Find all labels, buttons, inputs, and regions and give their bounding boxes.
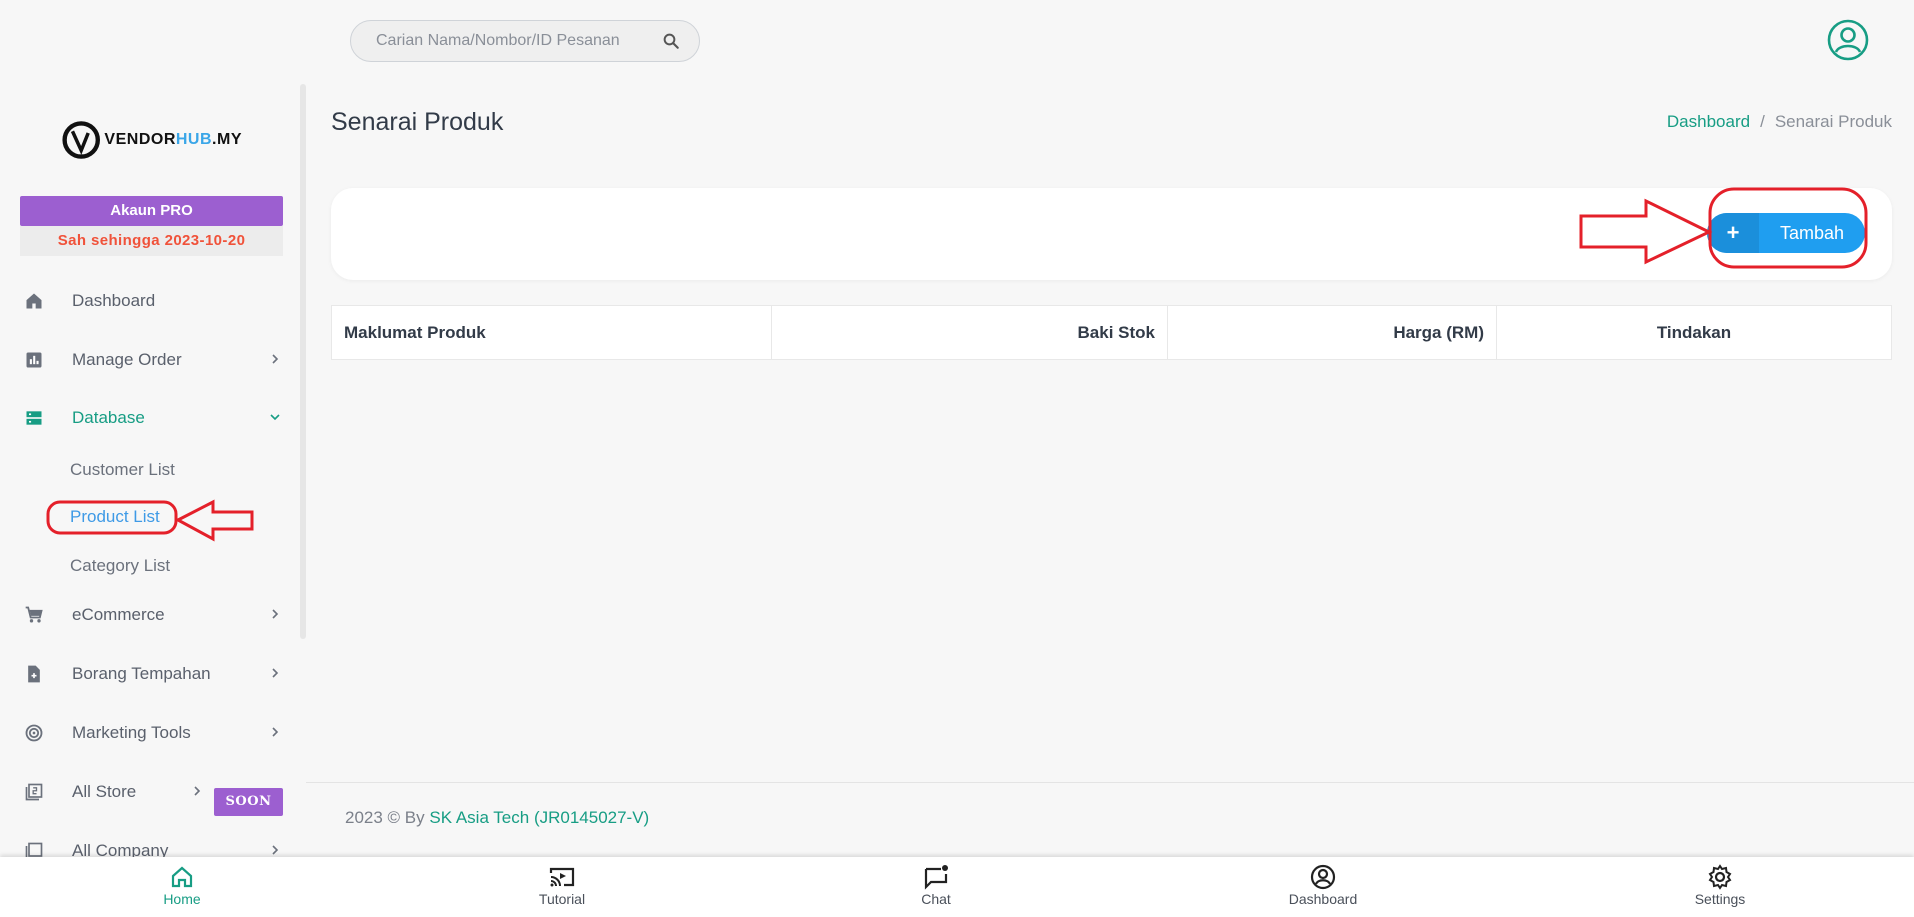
search-bar[interactable] xyxy=(350,20,700,62)
bottom-nav: Home Tutorial Chat Dashboard Settings xyxy=(0,857,1914,917)
pro-account-title: Akaun PRO xyxy=(20,196,283,226)
sidebar-subitem-product-list[interactable]: Product List xyxy=(70,504,160,530)
logo-mark-icon xyxy=(62,121,100,159)
bottom-nav-home[interactable]: Home xyxy=(122,863,242,915)
sidebar-subitem-category-list[interactable]: Category List xyxy=(70,553,170,579)
logo-text-suffix: .MY xyxy=(212,131,242,148)
sidebar-item-all-company[interactable]: All Company xyxy=(22,836,290,859)
footer-divider xyxy=(306,782,1914,783)
plus-icon: + xyxy=(1707,213,1759,253)
footer-copyright: 2023 © By xyxy=(345,808,430,827)
target-icon xyxy=(22,721,46,745)
add-product-button[interactable]: + Tambah xyxy=(1707,213,1865,253)
chevron-right-icon xyxy=(194,786,201,796)
sidebar-item-borang-tempahan[interactable]: Borang Tempahan xyxy=(22,659,290,689)
sidebar: VENDORHUB.MY Akaun PRO Sah sehingga 2023… xyxy=(0,84,306,859)
breadcrumb: Dashboard / Senarai Produk xyxy=(1667,112,1892,132)
column-header-action[interactable]: Tindakan xyxy=(1496,305,1892,360)
profile-button[interactable] xyxy=(1826,19,1870,66)
form-icon xyxy=(22,662,46,686)
bottom-nav-dashboard[interactable]: Dashboard xyxy=(1263,863,1383,915)
breadcrumb-current: Senarai Produk xyxy=(1774,112,1892,131)
bottom-nav-tutorial[interactable]: Tutorial xyxy=(502,863,622,915)
sidebar-item-label: Manage Order xyxy=(72,350,182,369)
sidebar-item-label: Marketing Tools xyxy=(72,723,191,742)
bottom-nav-settings[interactable]: Settings xyxy=(1660,863,1780,915)
chevron-right-icon xyxy=(272,354,279,364)
sidebar-item-label: Borang Tempahan xyxy=(72,664,211,683)
chevron-down-icon xyxy=(270,414,280,421)
chevron-right-icon xyxy=(272,727,279,737)
toolbar-card xyxy=(331,188,1892,280)
sidebar-item-label: eCommerce xyxy=(72,605,165,624)
bottom-nav-chat[interactable]: Chat xyxy=(876,863,996,915)
account-circle-icon xyxy=(1827,19,1869,66)
sidebar-item-marketing-tools[interactable]: Marketing Tools xyxy=(22,718,290,748)
sidebar-item-label: All Store xyxy=(72,782,137,801)
vendorhub-logo[interactable]: VENDORHUB.MY xyxy=(62,114,242,166)
search-input[interactable] xyxy=(376,32,661,50)
account-circle-icon xyxy=(1309,863,1337,891)
logo-text-vendor: VENDOR xyxy=(104,131,176,148)
sidebar-item-all-store[interactable]: All Store xyxy=(22,777,202,807)
pro-account-box: Akaun PRO Sah sehingga 2023-10-20 xyxy=(20,196,283,256)
sidebar-subitem-customer-list[interactable]: Customer List xyxy=(70,457,175,483)
bottom-nav-label: Home xyxy=(163,891,201,907)
page-title: Senarai Produk xyxy=(331,108,504,136)
chevron-right-icon xyxy=(272,668,279,678)
database-icon xyxy=(22,406,46,430)
home-icon xyxy=(168,863,196,891)
sidebar-item-database[interactable]: Database xyxy=(22,403,290,433)
chat-icon xyxy=(922,863,950,891)
gear-icon xyxy=(1706,863,1734,891)
product-table: Maklumat Produk Baki Stok Harga (RM) Tin… xyxy=(331,305,1892,360)
cart-icon xyxy=(22,603,46,627)
footer: 2023 © By SK Asia Tech (JR0145027-V) xyxy=(345,808,649,828)
chevron-right-icon xyxy=(272,845,279,855)
store-list-icon xyxy=(22,780,46,804)
chevron-right-icon xyxy=(272,609,279,619)
company-list-icon xyxy=(22,839,46,859)
search-icon[interactable] xyxy=(661,31,681,51)
breadcrumb-dashboard-link[interactable]: Dashboard xyxy=(1667,112,1750,132)
breadcrumb-separator: / xyxy=(1760,112,1765,131)
sidebar-item-label: Dashboard xyxy=(72,291,156,310)
soon-badge: SOON xyxy=(214,788,283,816)
chart-icon xyxy=(22,348,46,372)
cast-icon xyxy=(548,863,576,891)
sidebar-item-label: Database xyxy=(72,408,145,427)
column-header-price[interactable]: Harga (RM) xyxy=(1167,305,1497,360)
sidebar-item-ecommerce[interactable]: eCommerce xyxy=(22,600,290,630)
column-header-stock[interactable]: Baki Stok xyxy=(771,305,1168,360)
bottom-nav-label: Settings xyxy=(1694,891,1746,907)
sidebar-item-manage-order[interactable]: Manage Order xyxy=(22,345,290,375)
logo-text-hub: HUB xyxy=(175,131,213,148)
pro-expiry-text: Sah sehingga 2023-10-20 xyxy=(20,226,283,256)
bottom-nav-label: Chat xyxy=(921,891,951,907)
column-header-product-info[interactable]: Maklumat Produk xyxy=(331,305,772,360)
table-header-row: Maklumat Produk Baki Stok Harga (RM) Tin… xyxy=(331,305,1892,360)
add-button-label: Tambah xyxy=(1779,222,1845,243)
bottom-nav-label: Tutorial xyxy=(538,891,586,907)
bottom-nav-label: Dashboard xyxy=(1288,891,1358,907)
sidebar-scrollbar[interactable] xyxy=(300,84,306,639)
sidebar-item-dashboard[interactable]: Dashboard xyxy=(22,286,290,316)
home-icon xyxy=(22,289,46,313)
footer-company-link[interactable]: SK Asia Tech (JR0145027-V) xyxy=(429,808,649,827)
